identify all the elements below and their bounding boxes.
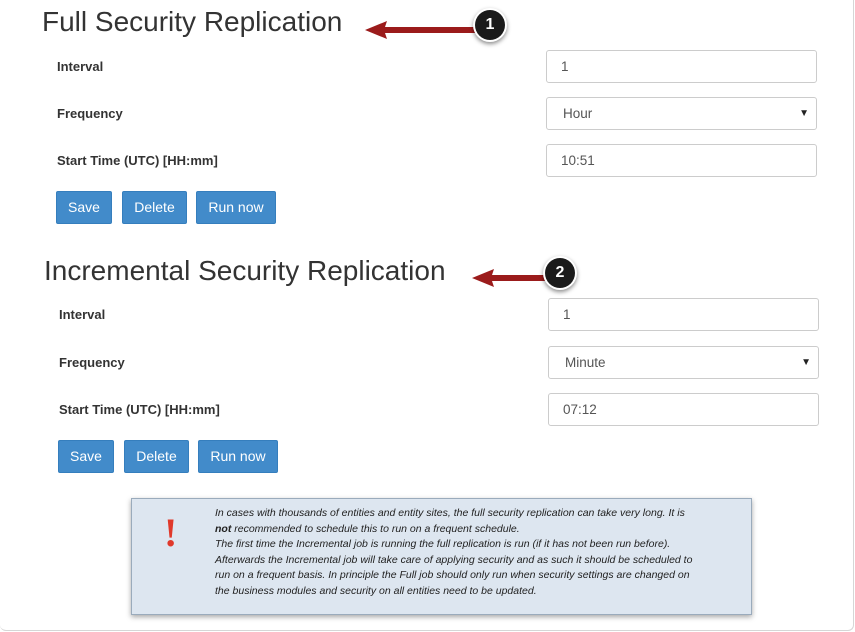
start-time-input[interactable] — [548, 393, 819, 426]
frequency-selected-value: Minute — [565, 355, 606, 370]
note-line: Afterwards the Incremental job will take… — [215, 553, 693, 566]
warning-note: ! In cases with thousands of entities an… — [131, 498, 752, 615]
incremental-replication-title: Incremental Security Replication — [44, 255, 446, 286]
note-line: The first time the Incremental job is ru… — [215, 538, 671, 551]
note-emphasis: not — [215, 522, 232, 535]
callout-badge: 2 — [545, 258, 575, 288]
save-button[interactable]: Save — [58, 440, 114, 473]
warning-note-text: In cases with thousands of entities and … — [215, 506, 745, 600]
run-now-button[interactable]: Run now — [198, 440, 278, 473]
dropdown-caret-icon: ▼ — [801, 357, 811, 368]
note-line-rest: recommended to schedule this to run on a… — [231, 522, 520, 535]
incremental-replication-section: Incremental Security Replication 2 Inter… — [0, 0, 855, 480]
exclamation-icon: ! — [164, 510, 178, 555]
frequency-label: Frequency — [59, 355, 125, 370]
note-line: the business modules and security on all… — [215, 584, 537, 597]
note-line: In cases with thousands of entities and … — [215, 507, 685, 519]
delete-button[interactable]: Delete — [124, 440, 189, 473]
interval-input[interactable] — [548, 298, 819, 331]
note-line: not recommended to schedule this to run … — [215, 522, 745, 538]
interval-label: Interval — [59, 307, 106, 322]
start-time-label: Start Time (UTC) [HH:mm] — [59, 402, 220, 417]
frequency-select[interactable]: Minute ▼ — [548, 346, 819, 379]
callout-arrow-icon — [472, 269, 548, 287]
note-line: run on a frequent basis. In principle th… — [215, 569, 690, 582]
